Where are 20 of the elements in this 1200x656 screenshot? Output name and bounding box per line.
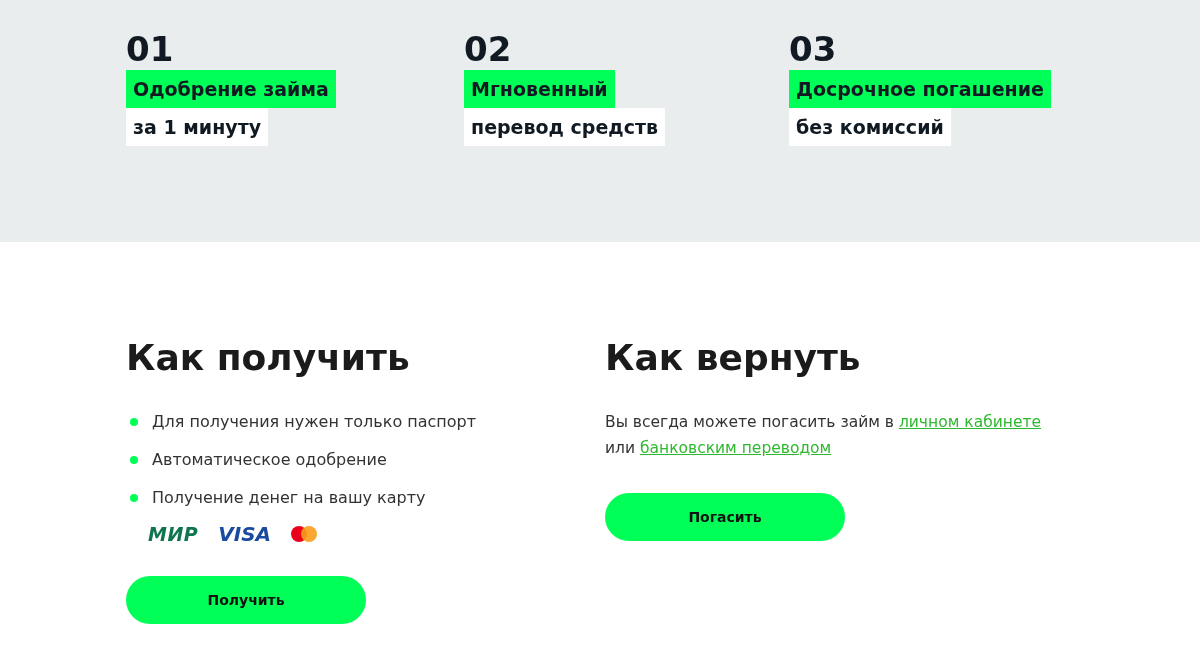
bullet-text: Автоматическое одобрение: [152, 449, 387, 471]
feature-caption: без комиссий: [789, 108, 951, 146]
repay-button[interactable]: Погасить: [605, 493, 845, 541]
get-button[interactable]: Получить: [126, 576, 366, 624]
feature-number: 01: [126, 32, 174, 66]
feature-caption: перевод средств: [464, 108, 665, 146]
card-logo: МИР: [148, 524, 199, 544]
section-heading: Как получить: [126, 336, 410, 380]
feature-highlight: Досрочное погашение: [789, 70, 1051, 108]
feature-caption: за 1 минуту: [126, 108, 269, 146]
feature-highlight: Мгновенный: [464, 70, 615, 108]
overlapping-circles-icon: [291, 526, 318, 542]
feature-highlight: Одобрение займа: [126, 70, 336, 108]
repay-paragraph: Вы всегда можете погасить займ в личном кабинете или банковским переводом: [605, 412, 1042, 459]
card-logo: VISA: [218, 524, 272, 544]
feature-number: 03: [789, 32, 837, 66]
bullet-text: Получение денег на вашу карту: [152, 487, 426, 509]
feature-number: 02: [464, 32, 512, 66]
bullet-text: Для получения нужен только паспорт: [152, 411, 477, 433]
section-heading: Как вернуть: [605, 336, 861, 380]
